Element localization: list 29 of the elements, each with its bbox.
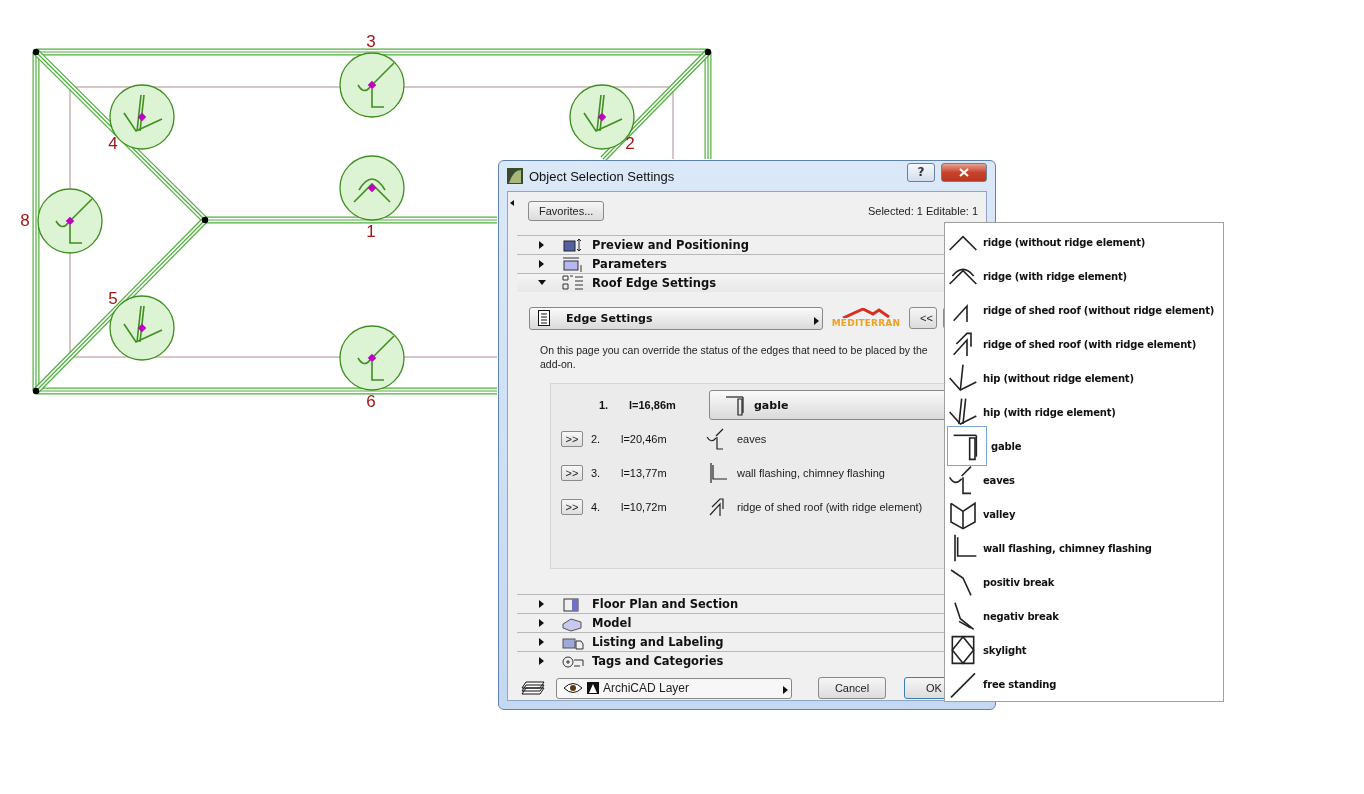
edge-length: l=20,46m	[621, 433, 668, 445]
edge-index: 3.	[591, 467, 602, 479]
edge-number: 6	[366, 392, 376, 410]
edge-number: 8	[20, 211, 30, 229]
section-title: Parameters	[592, 257, 667, 271]
edge-number: 2	[625, 134, 635, 152]
section-title: Preview and Positioning	[592, 238, 749, 252]
edge-length: l=13,77m	[621, 467, 668, 479]
edge-type-label: eaves	[737, 433, 767, 445]
edge-number: 3	[366, 32, 376, 50]
edge-index: 1.	[599, 399, 610, 411]
edge-index: 4.	[591, 501, 602, 513]
selection-status: Selected: 1 Editable: 1	[867, 205, 978, 217]
section-title: Floor Plan and Section	[592, 597, 739, 611]
logo-text: MEDITERRAN	[831, 318, 901, 328]
edge-number: 1	[366, 222, 376, 240]
edge-index: 2.	[591, 433, 602, 445]
section-title: Listing and Labeling	[592, 635, 724, 649]
edge-number: 5	[108, 289, 118, 307]
section-title: Model	[592, 616, 632, 630]
edge-type-label: wall flashing, chimney flashing	[737, 467, 885, 479]
description-text: On this page you can override the status of the edges that need to be placed by the add-on.	[540, 343, 929, 371]
edge-length: l=10,72m	[621, 501, 668, 513]
section-title: Roof Edge Settings	[592, 276, 717, 290]
section-title: Tags and Categories	[592, 654, 724, 668]
window-title: Object Selection Settings	[529, 168, 676, 184]
edge-length: l=16,86m	[629, 399, 677, 411]
edge-type-label: ridge of shed roof (with ridge element)	[737, 501, 923, 513]
edge-number: 4	[108, 134, 118, 152]
